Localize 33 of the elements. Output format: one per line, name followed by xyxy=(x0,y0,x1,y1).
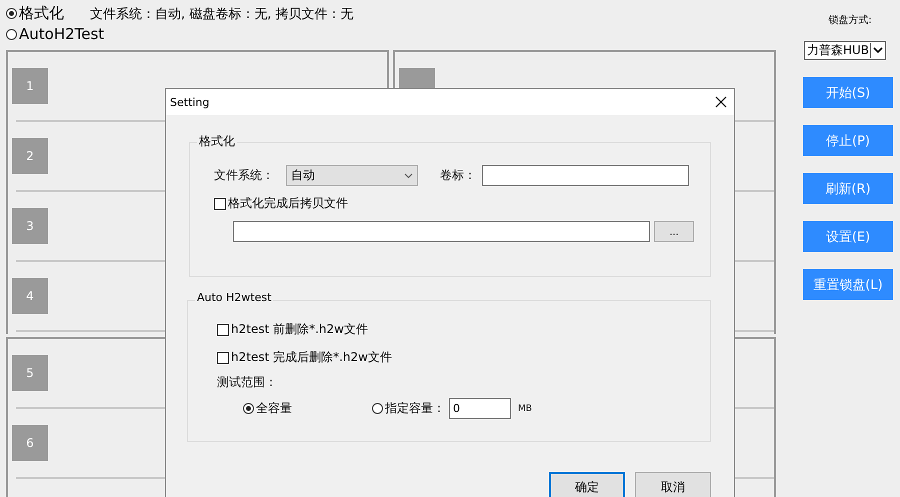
checkbox[interactable]: 格式化完成后拷贝文件 xyxy=(214,195,348,212)
checkbox[interactable]: h2test 前删除*.h2w文件 xyxy=(217,321,368,338)
radio-button[interactable]: 格式化 xyxy=(6,4,64,23)
size-field[interactable]: 0 xyxy=(449,398,511,419)
group-title: 格式化 xyxy=(197,133,237,150)
radio-button[interactable]: 指定容量： xyxy=(372,400,445,417)
copy-path-field[interactable] xyxy=(233,221,650,242)
port-tile: 5 xyxy=(12,355,48,391)
port-tile: 1 xyxy=(12,68,48,104)
lock-mode-select[interactable]: 力普森HUB xyxy=(804,41,886,60)
port-tile: 4 xyxy=(12,278,48,314)
close-button[interactable] xyxy=(714,95,728,109)
dialog-title: Setting xyxy=(170,96,210,108)
unit-label: MB xyxy=(518,404,532,414)
port-tile: 3 xyxy=(12,208,48,244)
port-tile: 6 xyxy=(12,425,48,461)
browse-button[interactable]: ... xyxy=(654,221,694,242)
status-text: 文件系统：自动, 磁盘卷标：无, 拷贝文件：无 xyxy=(90,6,354,22)
field-label: 文件系统： xyxy=(214,167,274,184)
range-label: 测试范围： xyxy=(217,374,277,391)
file-system-dropdown[interactable]: 自动 xyxy=(286,165,418,186)
dialog-button[interactable]: 确定 xyxy=(549,472,625,497)
dialog-button[interactable]: 取消 xyxy=(635,472,711,497)
lock-mode-label: 锁盘方式: xyxy=(828,14,872,27)
radio-button[interactable]: 全容量 xyxy=(243,400,292,417)
volume-label-field[interactable] xyxy=(482,165,689,186)
group-title: Auto H2wtest xyxy=(195,291,274,304)
caret-icon xyxy=(870,43,885,58)
field-label: 卷标： xyxy=(440,167,476,184)
port-tile: 2 xyxy=(12,138,48,174)
radio-button[interactable]: AutoH2Test xyxy=(6,25,104,43)
caret-icon xyxy=(404,172,413,178)
checkbox[interactable]: h2test 完成后删除*.h2w文件 xyxy=(217,349,392,366)
